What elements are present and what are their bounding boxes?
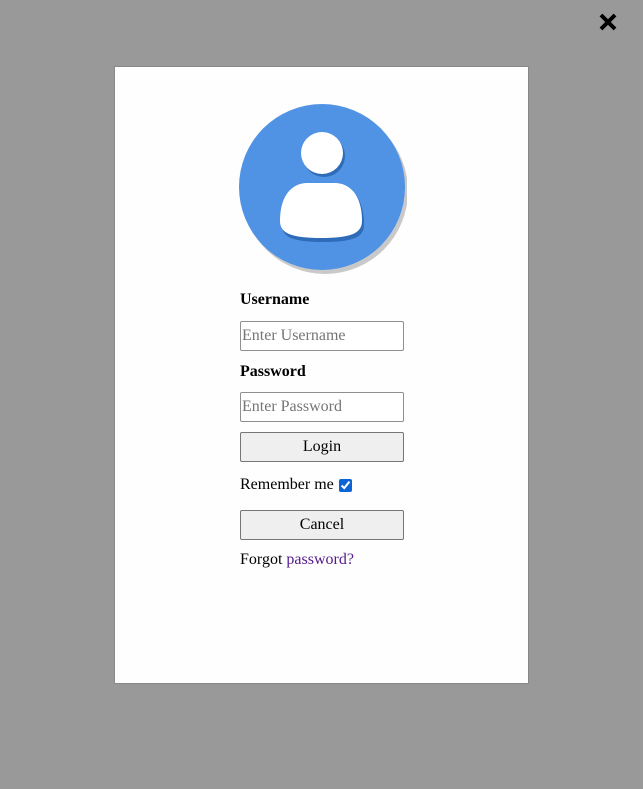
user-avatar-icon — [239, 104, 407, 274]
login-modal: Username Password Login Remember me Canc… — [114, 66, 529, 684]
username-input[interactable] — [240, 321, 404, 351]
login-button[interactable]: Login — [240, 432, 404, 462]
password-label: Password — [240, 363, 306, 380]
login-form: Username Password Login Remember me Canc… — [240, 289, 405, 569]
forgot-password-link[interactable]: password? — [286, 551, 354, 568]
remember-me-row: Remember me — [240, 475, 405, 495]
password-input[interactable] — [240, 392, 404, 422]
forgot-password-row: Forgot password? — [240, 551, 405, 569]
username-label: Username — [240, 291, 310, 308]
cancel-button[interactable]: Cancel — [240, 510, 404, 540]
forgot-text: Forgot — [240, 551, 283, 568]
remember-me-label: Remember me — [240, 476, 334, 493]
remember-me-checkbox[interactable] — [338, 479, 352, 492]
close-icon[interactable] — [596, 10, 620, 34]
